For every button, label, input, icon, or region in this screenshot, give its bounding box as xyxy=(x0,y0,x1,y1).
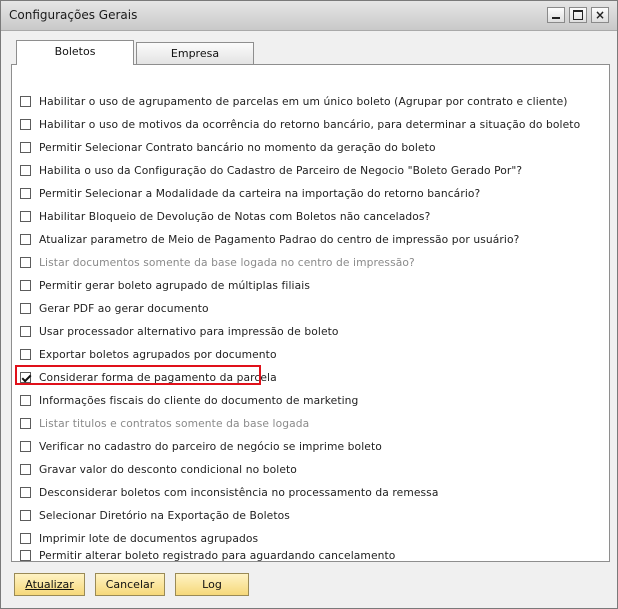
option-row[interactable]: Habilitar o uso de agrupamento de parcel… xyxy=(20,92,568,110)
option-checkbox[interactable] xyxy=(20,210,31,222)
option-label: Usar processador alternativo para impres… xyxy=(39,324,339,338)
option-row[interactable]: Permitir Selecionar Contrato bancário no… xyxy=(20,138,436,156)
option-row[interactable]: Gravar valor do desconto condicional no … xyxy=(20,460,297,478)
option-label: Verificar no cadastro do parceiro de neg… xyxy=(39,439,382,453)
option-checkbox[interactable] xyxy=(20,486,31,498)
option-row[interactable]: Informações fiscais do cliente do docume… xyxy=(20,391,358,409)
option-label: Informações fiscais do cliente do docume… xyxy=(39,393,359,407)
option-checkbox[interactable] xyxy=(20,233,31,245)
option-checkbox[interactable] xyxy=(20,417,31,429)
option-checkbox[interactable] xyxy=(20,394,31,406)
option-label: Permitir gerar boleto agrupado de múltip… xyxy=(39,278,311,292)
option-row[interactable]: Desconsiderar boletos com inconsistência… xyxy=(20,483,439,501)
option-row[interactable]: Listar titulos e contratos somente da ba… xyxy=(20,414,309,432)
option-row[interactable]: Imprimir lote de documentos agrupados xyxy=(20,529,258,547)
log-button[interactable]: Log xyxy=(175,573,249,596)
option-label: Habilitar o uso de motivos da ocorrência… xyxy=(39,117,581,131)
title-bar[interactable]: Configurações Gerais × xyxy=(1,1,617,31)
option-label: Gravar valor do desconto condicional no … xyxy=(39,462,297,476)
option-checkbox[interactable] xyxy=(20,187,31,199)
close-button[interactable]: × xyxy=(591,7,609,23)
option-row[interactable]: Listar documentos somente da base logada… xyxy=(20,253,415,271)
option-label: Desconsiderar boletos com inconsistência… xyxy=(39,485,439,499)
option-row[interactable]: Habilita o uso da Configuração do Cadast… xyxy=(20,161,522,179)
tab-boletos[interactable]: Boletos xyxy=(16,40,134,65)
option-label: Imprimir lote de documentos agrupados xyxy=(39,531,259,545)
option-row[interactable]: Habilitar o uso de motivos da ocorrência… xyxy=(20,115,580,133)
option-checkbox[interactable] xyxy=(20,509,31,521)
highlight-box xyxy=(15,365,261,385)
option-row[interactable]: Verificar no cadastro do parceiro de neg… xyxy=(20,437,382,455)
option-label: Listar documentos somente da base logada… xyxy=(39,255,415,269)
option-label: Permitir alterar boleto registrado para … xyxy=(39,548,396,562)
option-row[interactable]: Habilitar Bloqueio de Devolução de Notas… xyxy=(20,207,430,225)
option-label: Habilitar o uso de agrupamento de parcel… xyxy=(39,94,568,108)
option-label: Listar titulos e contratos somente da ba… xyxy=(39,416,310,430)
option-label: Habilitar Bloqueio de Devolução de Notas… xyxy=(39,209,431,223)
option-row[interactable]: Atualizar parametro de Meio de Pagamento… xyxy=(20,230,519,248)
option-row[interactable]: Permitir gerar boleto agrupado de múltip… xyxy=(20,276,310,294)
option-label: Atualizar parametro de Meio de Pagamento… xyxy=(39,232,520,246)
option-checkbox[interactable] xyxy=(20,348,31,360)
option-row[interactable]: Permitir Selecionar a Modalidade da cart… xyxy=(20,184,480,202)
option-label: Exportar boletos agrupados por documento xyxy=(39,347,277,361)
option-checkbox[interactable] xyxy=(20,118,31,130)
update-button[interactable]: Atualizar xyxy=(14,573,85,596)
cancel-button[interactable]: Cancelar xyxy=(95,573,165,596)
tab-empresa[interactable]: Empresa xyxy=(136,42,254,65)
option-row[interactable]: Permitir alterar boleto registrado para … xyxy=(20,546,396,562)
option-row[interactable]: Exportar boletos agrupados por documento xyxy=(20,345,277,363)
close-icon: × xyxy=(594,8,606,22)
option-label: Gerar PDF ao gerar documento xyxy=(39,301,209,315)
option-checkbox[interactable] xyxy=(20,95,31,107)
option-checkbox[interactable] xyxy=(20,256,31,268)
maximize-icon[interactable] xyxy=(569,7,587,23)
option-checkbox[interactable] xyxy=(20,302,31,314)
option-row[interactable]: Usar processador alternativo para impres… xyxy=(20,322,339,340)
option-checkbox[interactable] xyxy=(20,279,31,291)
option-label: Habilita o uso da Configuração do Cadast… xyxy=(39,163,523,177)
option-checkbox[interactable] xyxy=(20,325,31,337)
option-label: Permitir Selecionar a Modalidade da cart… xyxy=(39,186,481,200)
option-checkbox[interactable] xyxy=(20,532,31,544)
option-checkbox[interactable] xyxy=(20,549,31,561)
option-checkbox[interactable] xyxy=(20,141,31,153)
option-checkbox[interactable] xyxy=(20,463,31,475)
option-label: Permitir Selecionar Contrato bancário no… xyxy=(39,140,436,154)
update-button-label: Atualizar xyxy=(25,578,74,591)
option-checkbox[interactable] xyxy=(20,164,31,176)
option-checkbox[interactable] xyxy=(20,440,31,452)
options-panel: Habilitar o uso de agrupamento de parcel… xyxy=(11,64,610,562)
option-row[interactable]: Selecionar Diretório na Exportação de Bo… xyxy=(20,506,290,524)
option-row[interactable]: Gerar PDF ao gerar documento xyxy=(20,299,209,317)
window-title: Configurações Gerais xyxy=(9,8,138,22)
minimize-icon[interactable] xyxy=(547,7,565,23)
dialog-window: Configurações Gerais × Boletos Empresa H… xyxy=(0,0,618,609)
option-label: Selecionar Diretório na Exportação de Bo… xyxy=(39,508,290,522)
